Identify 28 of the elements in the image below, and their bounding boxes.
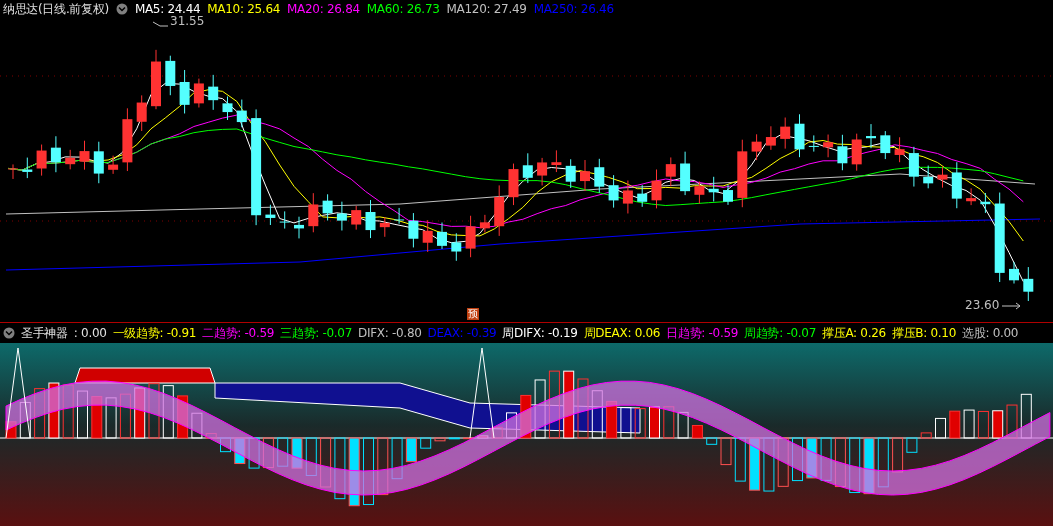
dropdown-icon[interactable] (115, 3, 128, 15)
indicator-value: MA120: 27.49 (446, 2, 527, 16)
indicator-value: DEAX: -0.39 (427, 326, 497, 340)
forecast-marker: 预 (467, 308, 479, 320)
chart-title: 纳思达(日线.前复权) (3, 0, 109, 18)
indicator-value: 选股: 0.00 (962, 324, 1019, 342)
indicator-value: : 0.00 (73, 326, 107, 340)
indicator-value: MA250: 26.46 (533, 2, 614, 16)
low-price-label: 23.60 (965, 298, 1000, 312)
indicator-value: MA5: 24.44 (134, 2, 201, 16)
indicator-value: DIFX: -0.80 (358, 326, 422, 340)
indicator-value: 二趋势: -0.59 (202, 324, 275, 342)
indicator-value: 撑压A: 0.26 (822, 324, 886, 342)
indicator-title: 圣手神器 (21, 324, 68, 342)
indicator-value: MA20: 26.84 (287, 2, 360, 16)
high-price-label: 31.55 (170, 14, 205, 28)
indicator-value: 一级趋势: -0.91 (112, 324, 197, 342)
indicator-value: 周DEAX: 0.06 (583, 324, 661, 342)
indicator-value: 日趋势: -0.59 (666, 324, 739, 342)
indicator-value: 三趋势: -0.07 (280, 324, 353, 342)
dropdown-icon[interactable] (3, 327, 15, 339)
indicator-value: MA10: 25.64 (207, 2, 281, 16)
high-leader-line (152, 21, 169, 27)
low-arrow (1001, 302, 1021, 310)
indicator-value: MA60: 26.73 (366, 2, 440, 16)
indicator-value: 周趋势: -0.07 (744, 324, 816, 342)
indicator-value: 撑压B: 0.10 (891, 324, 956, 342)
indicator-value: 周DIFX: -0.19 (502, 324, 578, 342)
